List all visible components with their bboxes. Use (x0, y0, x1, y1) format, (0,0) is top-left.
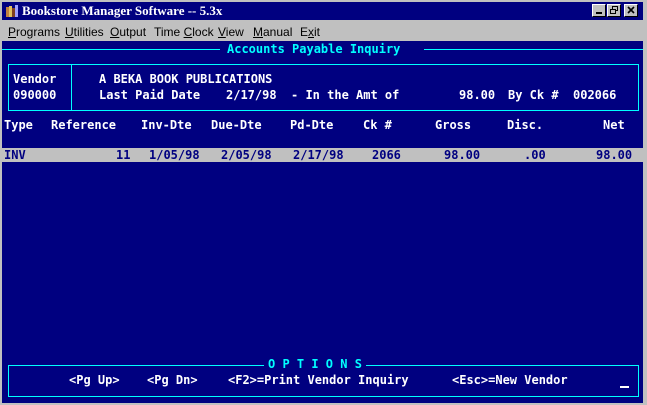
options-title: O P T I O N S (264, 357, 366, 371)
col-header-due-dte: Due-Dte (211, 118, 262, 132)
menu-exit[interactable]: Exit (300, 25, 320, 39)
terminal-screen: Accounts Payable Inquiry Vendor 090000 A… (2, 41, 643, 403)
cell-reference: 11 (116, 148, 131, 162)
vendor-number: 090000 (13, 88, 57, 102)
menu-bar: Programs Utilities Output Time Clock Vie… (2, 22, 643, 41)
minimize-button[interactable] (592, 4, 606, 17)
col-header-disc: Disc. (507, 118, 544, 132)
window-title: Bookstore Manager Software -- 5.3x (22, 3, 223, 18)
menu-view[interactable]: View (218, 25, 244, 39)
restore-button[interactable] (607, 4, 621, 17)
books-app-icon[interactable] (5, 4, 19, 18)
cell-inv-dte: 1/05/98 (149, 148, 200, 162)
text-cursor (620, 386, 629, 388)
menu-output[interactable]: Output (110, 25, 146, 39)
title-bar[interactable]: Bookstore Manager Software -- 5.3x (2, 2, 643, 20)
vendor-divider (71, 64, 72, 111)
heading-rule-left (2, 49, 220, 50)
last-paid-amount: 98.00 (459, 88, 496, 102)
col-header-gross: Gross (435, 118, 472, 132)
col-header-type: Type (4, 118, 33, 132)
cell-disc: .00 (524, 148, 546, 162)
menu-time-clock[interactable]: Time Clock (154, 25, 214, 39)
amount-label: - In the Amt of (291, 88, 400, 102)
page-down-option[interactable]: <Pg Dn> (147, 373, 198, 387)
close-icon (627, 6, 635, 14)
minimize-icon (596, 12, 602, 14)
print-vendor-inquiry-option[interactable]: <F2>=Print Vendor Inquiry (228, 373, 409, 387)
vendor-name: A BEKA BOOK PUBLICATIONS (99, 72, 273, 86)
col-header-pd-dte: Pd-Dte (290, 118, 334, 132)
col-header-reference: Reference (51, 118, 117, 132)
last-paid-label: Last Paid Date (99, 88, 201, 102)
col-header-net: Net (603, 118, 625, 132)
app-window: Bookstore Manager Software -- 5.3x Progr… (0, 0, 647, 405)
check-label: By Ck # (508, 88, 559, 102)
cell-due-dte: 2/05/98 (221, 148, 272, 162)
menu-utilities[interactable]: Utilities (65, 25, 104, 39)
last-paid-date: 2/17/98 (226, 88, 277, 102)
restore-icon (610, 6, 618, 14)
cell-net: 98.00 (596, 148, 633, 162)
close-button[interactable] (624, 4, 638, 17)
menu-programs[interactable]: Programs (8, 25, 60, 39)
heading-rule-right (424, 49, 643, 50)
cell-gross: 98.00 (444, 148, 481, 162)
new-vendor-option[interactable]: <Esc>=New Vendor (452, 373, 568, 387)
screen-heading: Accounts Payable Inquiry (227, 42, 401, 56)
col-header-inv-dte: Inv-Dte (141, 118, 192, 132)
page-up-option[interactable]: <Pg Up> (69, 373, 120, 387)
cell-ck: 2066 (372, 148, 401, 162)
cell-type: INV (4, 148, 26, 162)
vendor-label: Vendor (13, 72, 57, 86)
cell-pd-dte: 2/17/98 (293, 148, 344, 162)
menu-manual[interactable]: Manual (253, 25, 292, 39)
check-number: 002066 (573, 88, 617, 102)
col-header-ck: Ck # (363, 118, 392, 132)
